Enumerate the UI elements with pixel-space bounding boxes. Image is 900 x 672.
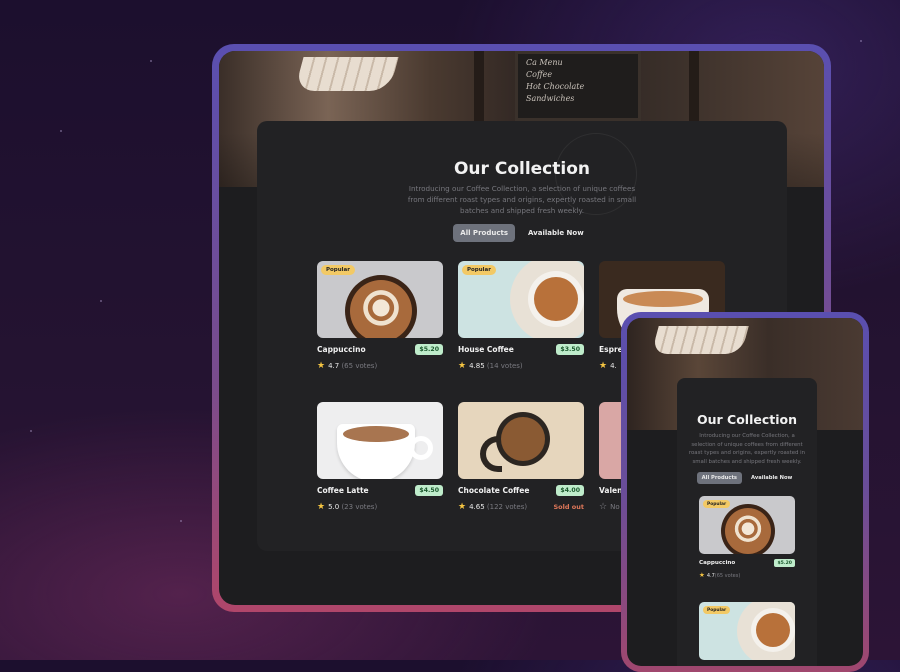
cafe-awning (294, 57, 399, 91)
product-photo: Popular (458, 261, 584, 338)
price-tag: $5.20 (415, 344, 443, 355)
mobile-collection-heading: Our Collection (696, 412, 797, 427)
background-star (180, 520, 182, 522)
collection-description: Introducing our Coffee Collection, a sel… (407, 184, 637, 215)
popular-badge: Popular (462, 265, 496, 275)
rating-value: 4.7 (706, 573, 715, 579)
coffee-surface (501, 417, 545, 461)
product-photo: Popular (317, 261, 443, 338)
product-name: Cappuccino (699, 560, 736, 566)
mobile-collection-description: Introducing our Coffee Collection, a sel… (688, 433, 806, 465)
product-card-chocolate-coffee[interactable]: Chocolate Coffee $4.00 ★ 4.65 (122 votes)… (458, 402, 584, 512)
product-photo (317, 402, 443, 479)
product-rating: ★ 4.85 (14 votes) (458, 361, 523, 371)
product-name: House Coffee (458, 345, 514, 354)
rating-value: 4.65 (469, 503, 485, 511)
star-outline-icon: ☆ (599, 502, 608, 512)
mobile-collection-panel: Our Collection Introducing our Coffee Co… (677, 378, 817, 666)
star-filled-icon: ★ (599, 361, 608, 371)
mobile-tab-all-products[interactable]: All Products (696, 472, 743, 484)
product-rating: ★ 4.65 (122 votes) (458, 502, 527, 512)
mobile-screen: Our Collection Introducing our Coffee Co… (627, 318, 863, 666)
product-photo (458, 402, 584, 479)
rating-value: 5.0 (328, 503, 340, 511)
mobile-tab-available-now[interactable]: Available Now (746, 472, 797, 484)
price-tag: $3.50 (556, 344, 584, 355)
product-name: Valen (599, 486, 623, 495)
cup-handle (409, 436, 433, 460)
chalkboard-line: Hot Chocolate (526, 82, 585, 91)
coffee-surface (623, 291, 703, 307)
collection-heading: Our Collection (453, 159, 590, 179)
coffee-surface (534, 277, 578, 321)
rating-value: No (610, 503, 620, 511)
star-filled-icon: ★ (317, 361, 326, 371)
star-filled-icon: ★ (699, 571, 705, 579)
product-card-cappuccino[interactable]: Popular Cappuccino $5.20 ★ 4.7 (65 votes) (317, 261, 443, 371)
product-rating: ★ 4. (599, 361, 617, 371)
menu-chalkboard: Ca Menu Coffee Hot Chocolate Sandwiches (515, 51, 641, 121)
rating-value: 4.7 (328, 362, 340, 370)
product-card-house-coffee[interactable]: Popular House Coffee $3.50 ★ 4.85 (14 vot… (458, 261, 584, 371)
vote-count: (14 votes) (486, 362, 523, 370)
vote-count: (23 votes) (341, 503, 378, 511)
cafe-awning (651, 326, 749, 354)
rating-value: 4.85 (469, 362, 485, 370)
background-star (150, 60, 152, 62)
background-star (60, 130, 62, 132)
vote-count: (65 votes) (341, 362, 378, 370)
filter-tabs: All Products Available Now (257, 224, 787, 242)
background-star (860, 40, 862, 42)
coffee-surface (343, 426, 409, 442)
mobile-product-card-house-coffee[interactable]: Popular (699, 602, 795, 660)
product-name: Chocolate Coffee (458, 486, 530, 495)
star-filled-icon: ★ (458, 502, 467, 512)
price-tag: $4.50 (415, 485, 443, 496)
star-filled-icon: ★ (317, 502, 326, 512)
sold-out-label: Sold out (553, 503, 585, 511)
mobile-device-frame: Our Collection Introducing our Coffee Co… (621, 312, 869, 672)
popular-badge: Popular (321, 265, 355, 275)
chalkboard-line: Ca Menu (526, 58, 563, 67)
popular-badge: Popular (703, 500, 731, 508)
product-rating: ☆ No (599, 502, 620, 512)
mobile-product-card-cappuccino[interactable]: Popular Cappuccino $5.20 ★ 4.7(65 votes) (699, 496, 795, 579)
product-rating: ★ 4.7 (65 votes) (317, 361, 377, 371)
background-star (100, 300, 102, 302)
vote-count: (122 votes) (486, 503, 528, 511)
star-filled-icon: ★ (458, 361, 467, 371)
vote-count: (65 votes) (714, 573, 741, 579)
background-star (30, 430, 32, 432)
latte-art (350, 280, 412, 338)
product-name: Coffee Latte (317, 486, 369, 495)
popular-badge: Popular (703, 606, 731, 614)
chalkboard-line: Coffee (526, 70, 553, 79)
product-rating: ★ 4.7(65 votes) (699, 571, 740, 579)
rating-value: 4. (610, 362, 617, 370)
price-tag: $4.00 (556, 485, 584, 496)
product-name: Cappuccino (317, 345, 366, 354)
product-photo: Popular (699, 496, 795, 554)
coffee-surface (756, 613, 790, 647)
product-card-coffee-latte[interactable]: Coffee Latte $4.50 ★ 5.0 (23 votes) (317, 402, 443, 512)
chalkboard-line: Sandwiches (526, 94, 575, 103)
latte-art (725, 508, 771, 554)
tab-available-now[interactable]: Available Now (521, 224, 591, 242)
product-rating: ★ 5.0 (23 votes) (317, 502, 377, 512)
tab-all-products[interactable]: All Products (453, 224, 515, 242)
mobile-filter-tabs: All Products Available Now (677, 472, 817, 484)
price-tag: $5.20 (774, 559, 795, 567)
product-photo: Popular (699, 602, 795, 660)
